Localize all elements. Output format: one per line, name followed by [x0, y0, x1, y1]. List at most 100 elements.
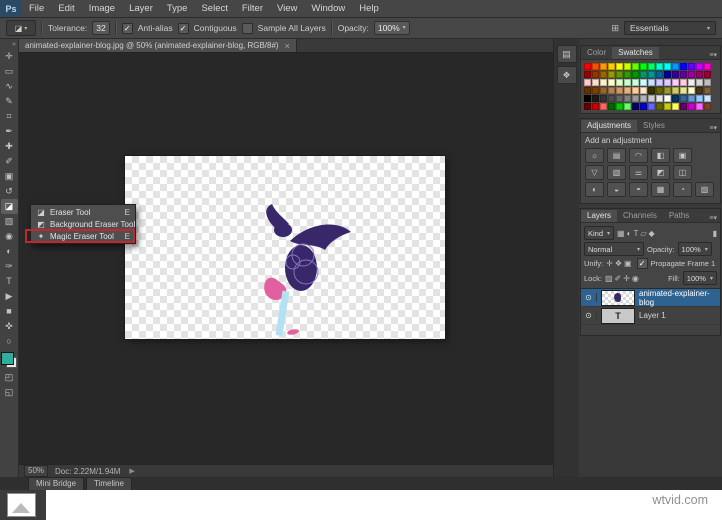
color-swatch[interactable] — [672, 95, 679, 102]
color-swatch[interactable] — [624, 95, 631, 102]
layer-filter-icon[interactable]: T — [633, 229, 638, 238]
color-swatch[interactable] — [696, 87, 703, 94]
tab-swatches[interactable]: Swatches — [612, 47, 659, 59]
flyout-item-background-eraser-tool[interactable]: ◩ Background Eraser Tool E — [32, 218, 144, 230]
tool-dodge[interactable]: ◐ — [1, 244, 18, 259]
color-swatch[interactable] — [648, 71, 655, 78]
workspace-grid-icon[interactable]: ⊞ — [611, 23, 619, 34]
color-swatch[interactable] — [584, 95, 591, 102]
tab-styles[interactable]: Styles — [637, 120, 671, 132]
tool-brush[interactable]: ✐ — [1, 154, 18, 169]
color-swatch[interactable] — [584, 87, 591, 94]
adjustment-icon[interactable]: ◫ — [673, 165, 692, 180]
menu-item-type[interactable]: Type — [160, 0, 195, 17]
menu-item-view[interactable]: View — [270, 0, 304, 17]
color-swatch[interactable] — [704, 95, 711, 102]
adjustment-icon[interactable]: ◒ — [607, 182, 626, 197]
color-swatch[interactable] — [696, 71, 703, 78]
color-swatch[interactable] — [608, 95, 615, 102]
color-swatch[interactable] — [680, 87, 687, 94]
color-swatch[interactable] — [600, 71, 607, 78]
history-panel-icon[interactable]: ▤ — [556, 45, 577, 63]
tab-channels[interactable]: Channels — [617, 210, 663, 222]
color-swatch[interactable] — [648, 79, 655, 86]
lock-icon[interactable]: ✐ — [615, 274, 622, 283]
color-swatch[interactable] — [584, 103, 591, 110]
color-swatch[interactable] — [608, 87, 615, 94]
tool-hand[interactable]: ✜ — [1, 319, 18, 334]
color-swatch[interactable] — [592, 95, 599, 102]
tab-mini-bridge[interactable]: Mini Bridge — [28, 477, 85, 490]
color-swatch[interactable] — [632, 79, 639, 86]
color-swatch[interactable] — [640, 79, 647, 86]
layer-filter-icon[interactable]: ▦ — [617, 229, 625, 238]
layer-opacity-field[interactable]: 100% ▾ — [677, 242, 712, 256]
color-swatch[interactable] — [624, 71, 631, 78]
adjustment-icon[interactable]: ▤ — [607, 148, 626, 163]
status-menu-arrow-icon[interactable]: ▶ — [129, 467, 134, 475]
adjustment-icon[interactable]: ☼ — [585, 148, 604, 163]
swatches-panel-menu-icon[interactable]: ≡▾ — [709, 51, 720, 59]
color-swatch[interactable] — [680, 71, 687, 78]
visibility-eye-icon[interactable]: ⊙ — [581, 293, 597, 302]
zoom-level-field[interactable]: 50% — [24, 465, 49, 477]
tool-pen[interactable]: ✑ — [1, 259, 18, 274]
tab-color[interactable]: Color — [581, 47, 612, 59]
color-swatch[interactable] — [592, 87, 599, 94]
color-swatch[interactable] — [672, 71, 679, 78]
tool-type[interactable]: T — [1, 274, 18, 289]
color-swatch[interactable] — [640, 63, 647, 70]
opacity-input[interactable]: 100% ▾ — [373, 21, 410, 35]
color-swatch[interactable] — [680, 79, 687, 86]
color-swatch[interactable] — [688, 95, 695, 102]
workspace-switcher[interactable]: Essentials ▾ — [624, 21, 716, 35]
layer-filter-icon[interactable]: ◐ — [627, 229, 632, 238]
color-swatch[interactable] — [592, 79, 599, 86]
adjustment-icon[interactable]: ◓ — [629, 182, 648, 197]
layer-thumbnail[interactable]: T — [601, 307, 635, 324]
tool-blur[interactable]: ◉ — [1, 229, 18, 244]
color-swatch[interactable] — [600, 95, 607, 102]
tool-crop[interactable]: ⌗ — [1, 109, 18, 124]
adjustment-icon[interactable]: ◩ — [651, 165, 670, 180]
tool-path-selection[interactable]: ▶ — [1, 289, 18, 304]
color-swatch[interactable] — [640, 95, 647, 102]
mini-bridge-thumbnail[interactable] — [7, 493, 36, 517]
adjustment-icon[interactable]: ▦ — [651, 182, 670, 197]
tab-timeline[interactable]: Timeline — [86, 477, 132, 490]
adjustment-icon[interactable]: ⚌ — [629, 165, 648, 180]
color-swatch[interactable] — [656, 63, 663, 70]
color-swatch[interactable] — [672, 79, 679, 86]
color-swatch[interactable] — [664, 79, 671, 86]
sample-all-layers-checkbox[interactable] — [241, 22, 253, 34]
color-swatch[interactable] — [672, 63, 679, 70]
color-swatch[interactable] — [616, 87, 623, 94]
collapse-toolbar-chevron-icon[interactable]: » — [12, 40, 18, 49]
color-swatch[interactable] — [688, 71, 695, 78]
tool-eraser[interactable]: ◪ — [0, 199, 18, 214]
layer-row-animated-explainer-blog[interactable]: ⊙ animated-explainer-blog — [581, 289, 720, 307]
unify-icon[interactable]: ✛ — [606, 259, 613, 268]
adjustment-icon[interactable]: ◧ — [651, 148, 670, 163]
tolerance-input[interactable]: 32 — [92, 21, 110, 35]
color-swatch[interactable] — [672, 87, 679, 94]
tool-screen-mode[interactable]: ◱ — [1, 385, 18, 400]
tool-quick-selection[interactable]: ✎ — [1, 94, 18, 109]
menu-item-file[interactable]: File — [22, 0, 51, 17]
color-swatch[interactable] — [600, 63, 607, 70]
lock-icon[interactable]: ✛ — [623, 274, 630, 283]
unify-icon[interactable]: ❖ — [615, 259, 622, 268]
color-swatch[interactable] — [640, 71, 647, 78]
color-swatch[interactable] — [624, 103, 631, 110]
color-swatch[interactable] — [664, 63, 671, 70]
adjustment-icon[interactable]: ▧ — [607, 165, 626, 180]
propagate-checkbox[interactable]: ✓ — [636, 258, 648, 269]
properties-panel-icon[interactable]: ❖ — [556, 66, 577, 84]
lock-icon[interactable]: ◉ — [632, 274, 639, 283]
tab-adjustments[interactable]: Adjustments — [581, 120, 638, 132]
tool-zoom[interactable]: ○ — [1, 334, 18, 349]
menu-item-select[interactable]: Select — [194, 0, 234, 17]
adjustment-icon[interactable]: ▽ — [585, 165, 604, 180]
color-swatch[interactable] — [648, 63, 655, 70]
color-swatch[interactable] — [680, 63, 687, 70]
